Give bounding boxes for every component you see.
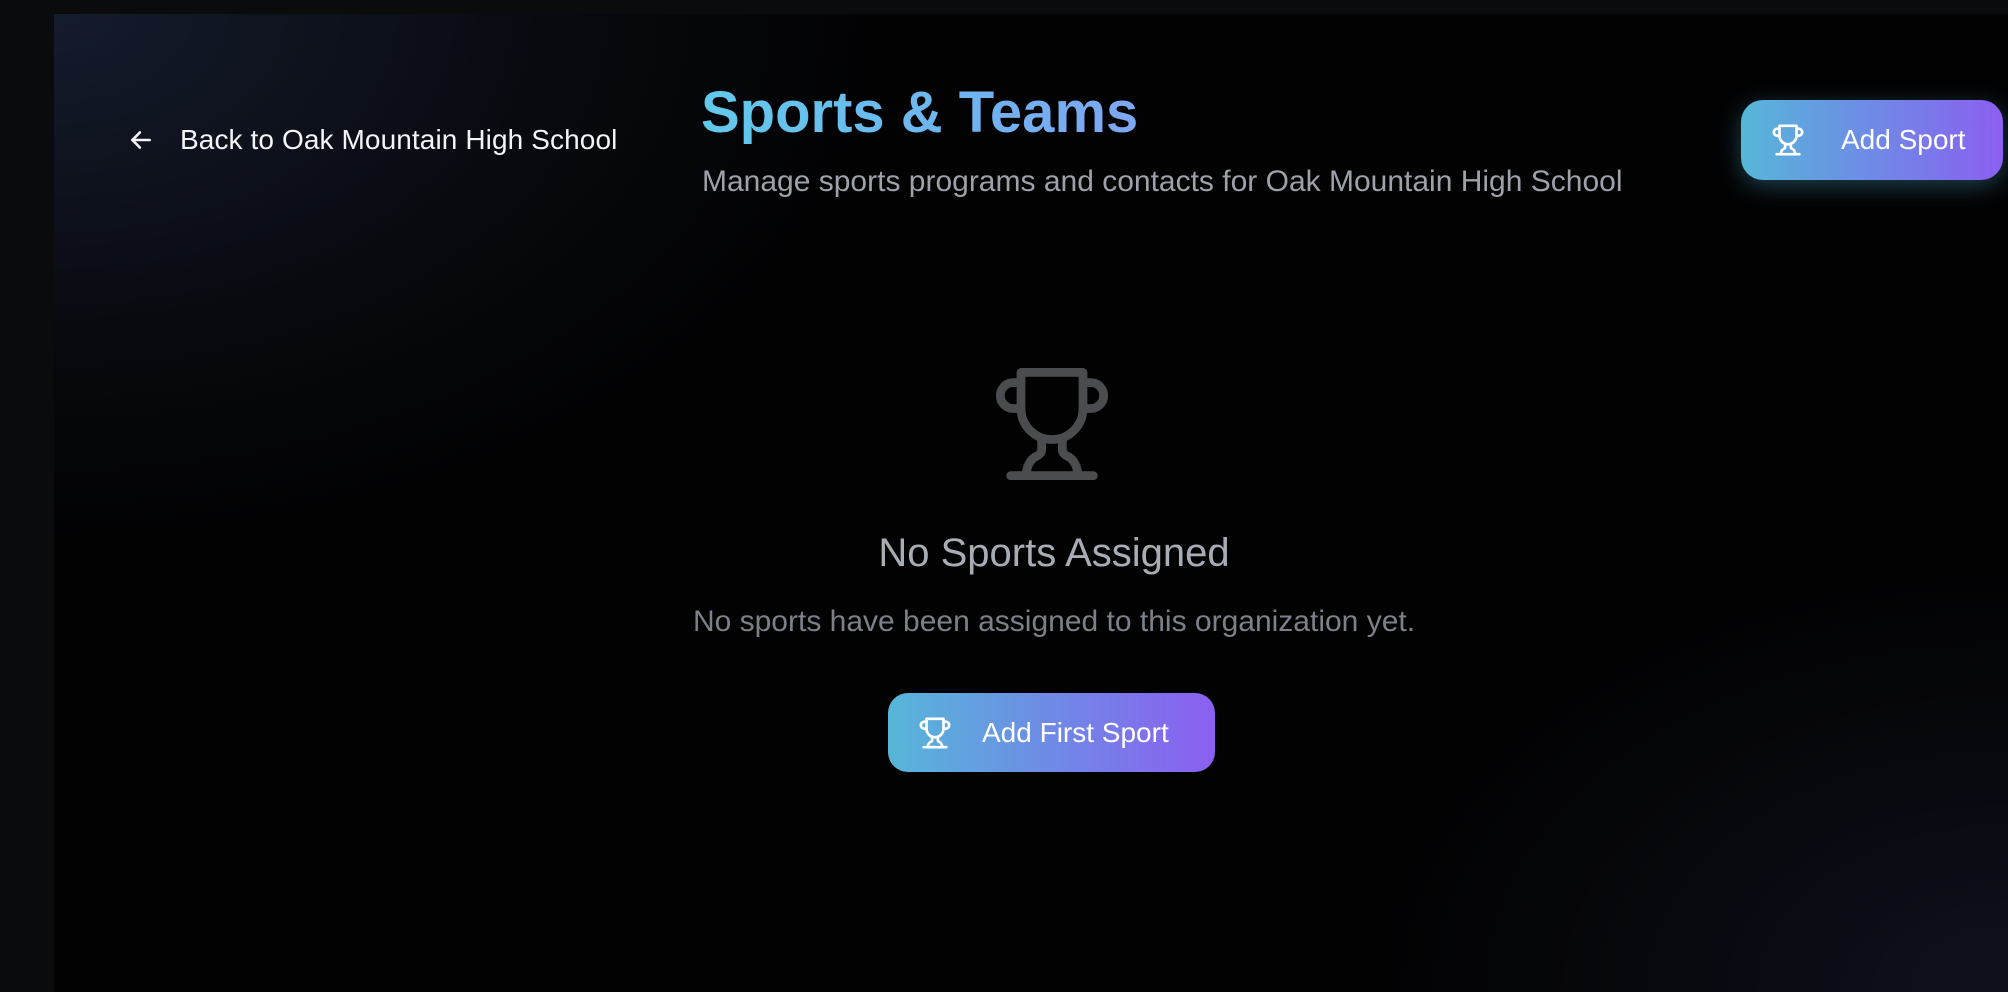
add-first-sport-button[interactable]: Add First Sport	[888, 693, 1215, 772]
app-window: Back to Oak Mountain High School Sports …	[54, 14, 2008, 992]
page-subtitle: Manage sports programs and contacts for …	[702, 165, 1623, 198]
add-sport-label: Add Sport	[1841, 124, 1966, 155]
trophy-icon	[918, 716, 952, 750]
back-link-label: Back to Oak Mountain High School	[180, 124, 618, 155]
trophy-icon	[990, 356, 1114, 492]
trophy-icon	[1771, 123, 1805, 157]
add-sport-button[interactable]: Add Sport	[1741, 100, 2003, 180]
back-link[interactable]: Back to Oak Mountain High School	[128, 117, 617, 163]
empty-state-message: No sports have been assigned to this org…	[692, 605, 1416, 638]
add-first-sport-label: Add First Sport	[982, 716, 1169, 748]
arrow-left-icon	[128, 127, 154, 153]
empty-state-title: No Sports Assigned	[878, 531, 1230, 575]
page-title: Sports & Teams	[701, 76, 1138, 150]
